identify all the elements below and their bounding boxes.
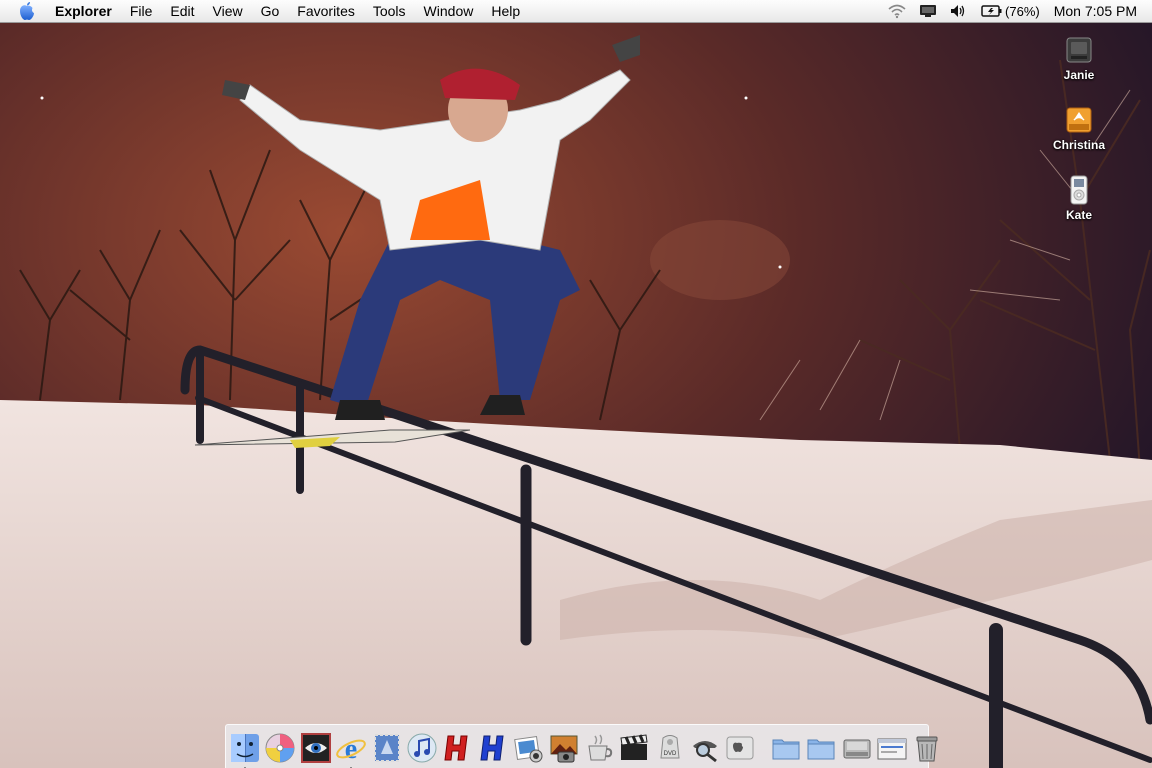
ipod-icon bbox=[1063, 174, 1095, 206]
dock-coffee-app[interactable] bbox=[583, 729, 615, 767]
desktop-wallpaper bbox=[0, 0, 1152, 768]
battery-percent: (76%) bbox=[1005, 3, 1040, 19]
desktop-icon-label: Christina bbox=[1052, 138, 1105, 152]
drive-icon bbox=[843, 739, 871, 758]
volume-icon[interactable] bbox=[943, 0, 975, 22]
dock-sherlock[interactable] bbox=[689, 729, 721, 767]
blue-h-icon bbox=[480, 735, 504, 760]
dvd-disc-icon bbox=[265, 733, 295, 762]
menu-app-name[interactable]: Explorer bbox=[49, 0, 121, 22]
menu-help[interactable]: Help bbox=[482, 0, 529, 22]
menu-edit[interactable]: Edit bbox=[161, 0, 203, 22]
dock: e DVD bbox=[225, 724, 938, 768]
dock-window[interactable] bbox=[876, 729, 908, 767]
folder-icon bbox=[807, 739, 835, 759]
desktop-icon-label: Janie bbox=[1063, 68, 1095, 82]
image-capture-icon bbox=[550, 735, 578, 762]
dock-preview[interactable] bbox=[300, 729, 332, 767]
menu-go[interactable]: Go bbox=[252, 0, 289, 22]
dock-dvd-player[interactable]: DVD bbox=[654, 729, 686, 767]
menu-bar: Explorer File Edit View Go Favorites Too… bbox=[0, 0, 1152, 23]
firewire-drive-icon bbox=[1063, 104, 1095, 136]
apple-icon[interactable] bbox=[17, 1, 37, 21]
clapperboard-icon bbox=[620, 733, 648, 760]
mail-stamp-icon bbox=[373, 733, 400, 762]
svg-text:e: e bbox=[345, 734, 357, 764]
internet-explorer-icon: e bbox=[336, 734, 367, 764]
desktop-icon-kate[interactable]: Kate bbox=[1044, 174, 1114, 222]
desktop-icon-label: Kate bbox=[1065, 208, 1092, 222]
dock-internet-explorer[interactable]: e bbox=[335, 729, 367, 768]
dock-system-preferences[interactable] bbox=[724, 729, 756, 767]
system-preferences-icon bbox=[726, 736, 754, 759]
dock-finder[interactable] bbox=[229, 729, 261, 768]
eye-preview-icon bbox=[300, 732, 331, 763]
display-icon[interactable] bbox=[913, 0, 943, 22]
dock-mail[interactable] bbox=[371, 729, 403, 767]
dock-blue-h-app[interactable] bbox=[477, 729, 509, 767]
dvd-label: DVD bbox=[663, 751, 676, 757]
dock-imovie[interactable] bbox=[618, 729, 650, 767]
dock-image-capture[interactable] bbox=[548, 729, 580, 767]
hard-drive-icon bbox=[1063, 34, 1095, 66]
menu-file[interactable]: File bbox=[121, 0, 162, 22]
dock-dvd-disc[interactable] bbox=[264, 729, 296, 767]
dock-red-h-app[interactable] bbox=[441, 729, 473, 767]
dvd-player-icon: DVD bbox=[660, 734, 680, 758]
menu-window[interactable]: Window bbox=[415, 0, 483, 22]
trash-icon bbox=[916, 736, 938, 761]
battery-icon[interactable]: (76%) bbox=[975, 0, 1046, 22]
menu-extras: (76%) Mon 7:05 PM bbox=[881, 0, 1152, 22]
desktop-icon-christina[interactable]: Christina bbox=[1044, 104, 1114, 152]
dock-folder-1[interactable] bbox=[770, 729, 802, 767]
red-h-icon bbox=[444, 735, 468, 760]
desktop[interactable]: Explorer File Edit View Go Favorites Too… bbox=[0, 0, 1152, 768]
finder-icon bbox=[231, 733, 259, 762]
coffee-cup-icon bbox=[588, 734, 613, 760]
dock-trash[interactable] bbox=[911, 729, 943, 767]
dock-iphoto[interactable] bbox=[512, 729, 544, 767]
dock-folder-2[interactable] bbox=[805, 729, 837, 767]
menu-view[interactable]: View bbox=[204, 0, 252, 22]
window-icon bbox=[877, 738, 907, 759]
desktop-icon-janie[interactable]: Janie bbox=[1044, 34, 1114, 82]
folder-icon bbox=[772, 739, 800, 759]
magnifier-icon bbox=[693, 740, 718, 762]
iphoto-icon bbox=[514, 735, 543, 762]
menu-clock[interactable]: Mon 7:05 PM bbox=[1046, 0, 1152, 22]
menu-favorites[interactable]: Favorites bbox=[288, 0, 364, 22]
wifi-icon[interactable] bbox=[881, 0, 913, 22]
menu-tools[interactable]: Tools bbox=[364, 0, 415, 22]
dock-itunes[interactable] bbox=[406, 729, 438, 767]
dock-drive[interactable] bbox=[841, 729, 873, 767]
itunes-icon bbox=[407, 733, 437, 762]
